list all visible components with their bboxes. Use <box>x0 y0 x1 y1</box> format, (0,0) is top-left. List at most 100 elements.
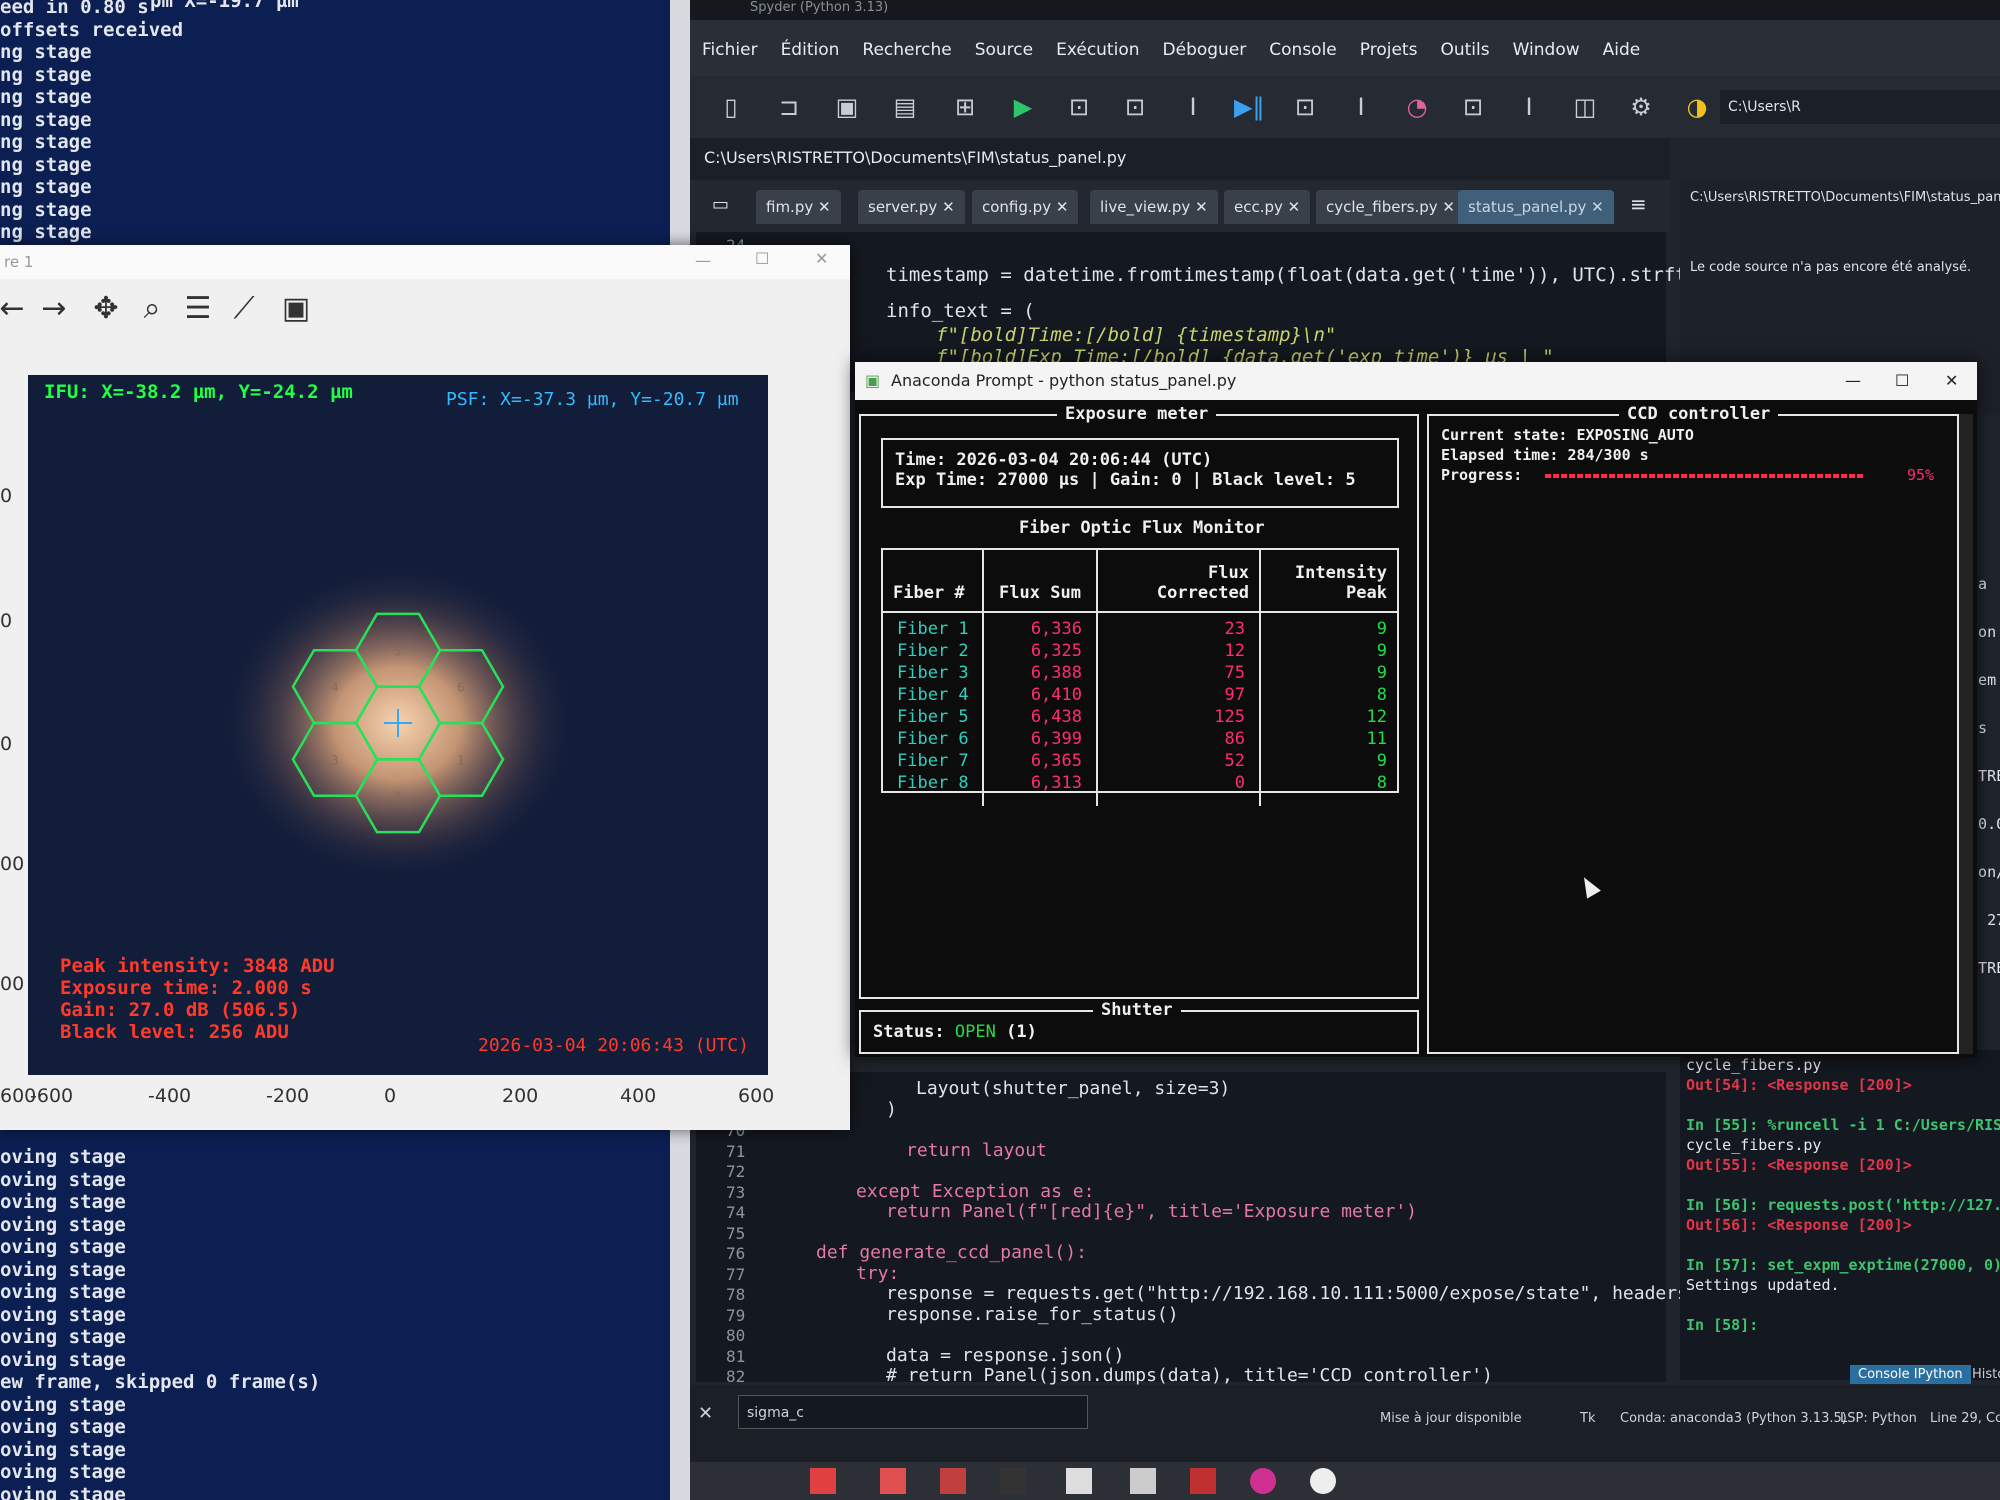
menu-fichier[interactable]: Fichier <box>702 40 758 60</box>
app-icon[interactable] <box>1190 1468 1216 1494</box>
app-icon[interactable] <box>1310 1468 1336 1494</box>
maximize-pane-icon[interactable]: ◫ <box>1570 92 1600 122</box>
terminal-line: oving stage <box>0 1303 126 1326</box>
cell-fiber: Fiber 5 <box>897 707 969 727</box>
run-cell-advance-icon[interactable]: ⊡ <box>1120 92 1150 122</box>
cell-corr: 52 <box>1096 750 1260 772</box>
back-icon[interactable]: ← <box>0 291 30 327</box>
maximize-button[interactable]: ☐ <box>755 249 769 268</box>
menu-projets[interactable]: Projets <box>1360 40 1418 60</box>
run-selection-icon[interactable]: I <box>1178 92 1208 122</box>
cell-peak: 9 <box>1259 662 1397 684</box>
zoom-icon[interactable]: ⌕ <box>134 291 170 327</box>
menu-console[interactable]: Console <box>1269 40 1337 60</box>
app-icon[interactable] <box>810 1468 836 1494</box>
code-line: return Panel(f"[red]{e}", title='Exposur… <box>886 1201 1418 1222</box>
menu-aide[interactable]: Aide <box>1603 40 1641 60</box>
maximize-button[interactable]: ☐ <box>1895 362 1909 400</box>
find-input[interactable]: sigma_c <box>738 1395 1088 1429</box>
app-icon[interactable] <box>940 1468 966 1494</box>
edit-curves-icon[interactable]: ⟋ <box>226 291 262 327</box>
new-cell-icon[interactable]: ⊞ <box>950 92 980 122</box>
table-header-row: Fiber # Flux Sum Flux Corrected Intensity… <box>883 550 1397 612</box>
tab-fim[interactable]: fim.py ✕ <box>756 190 841 224</box>
debug-cell-icon[interactable]: ⊡ <box>1290 92 1320 122</box>
line-number: 78 <box>726 1285 746 1304</box>
debug-icon[interactable]: ▶‖ <box>1234 92 1264 122</box>
menu-bar: Fichier Édition Recherche Source Exécution Dé… <box>690 20 2000 76</box>
tabs-menu-icon[interactable]: ≡ <box>1630 192 1647 216</box>
terminal-line: oving stage <box>0 1258 126 1281</box>
update-available[interactable]: Mise à jour disponible <box>1380 1411 1522 1426</box>
fiber-number: 5 <box>394 644 402 658</box>
run-icon[interactable]: ▶ <box>1008 92 1038 122</box>
python-path-icon[interactable]: ◑ <box>1682 92 1712 122</box>
cell-fiber: Fiber 8 <box>897 773 969 793</box>
cell-fiber: Fiber 7 <box>897 751 969 771</box>
tab-ecc[interactable]: ecc.py ✕ <box>1224 190 1311 224</box>
open-file-icon[interactable]: ⊐ <box>774 92 804 122</box>
cell-fiber: Fiber 4 <box>897 685 969 705</box>
app-icon[interactable] <box>880 1468 906 1494</box>
pan-icon[interactable]: ✥ <box>88 291 124 327</box>
profile-selection-icon[interactable]: I <box>1514 92 1544 122</box>
cell-peak: 11 <box>1259 728 1397 750</box>
y-tick-label: 0 <box>0 610 13 632</box>
ccd-progress-track <box>1545 474 1881 478</box>
cell-sum: 6,336 <box>982 612 1097 640</box>
terminal-app-icon[interactable] <box>1000 1468 1026 1494</box>
console-line: Settings updated. <box>1686 1276 1840 1294</box>
forward-icon[interactable]: → <box>36 291 72 327</box>
tab-live-view[interactable]: live_view.py ✕ <box>1090 190 1218 224</box>
cell-fiber: Fiber 2 <box>897 641 969 661</box>
outline-message: Le code source n'a pas encore été analys… <box>1690 260 1972 275</box>
terminal-scrollbar[interactable] <box>1959 414 1973 1054</box>
menu-execution[interactable]: Exécution <box>1056 40 1139 60</box>
working-directory[interactable]: C:\Users\R <box>1720 90 2000 124</box>
app-icon[interactable] <box>1066 1468 1092 1494</box>
run-cell-icon[interactable]: ⊡ <box>1064 92 1094 122</box>
tab-history[interactable]: Histor <box>1968 1365 2000 1384</box>
menu-recherche[interactable]: Recherche <box>862 40 951 60</box>
profile-cell-icon[interactable]: ⊡ <box>1458 92 1488 122</box>
fiber-number: 4 <box>331 681 339 695</box>
shutter-title: Shutter <box>1093 1000 1181 1020</box>
menu-window[interactable]: Window <box>1513 40 1580 60</box>
new-file-icon[interactable]: ▯ <box>716 92 746 122</box>
exposure-meter-panel: Exposure meter Time: 2026-03-04 20:06:44… <box>859 404 1419 999</box>
col-flux-corrected: Flux Corrected <box>1096 550 1260 612</box>
tab-status-panel[interactable]: status_panel.py ✕ <box>1458 190 1614 224</box>
cell-sum: 6,388 <box>982 662 1097 684</box>
tab-config[interactable]: config.py ✕ <box>972 190 1079 224</box>
save-icon[interactable]: ▣ <box>278 291 314 327</box>
browse-tabs-icon[interactable]: ▭ <box>712 194 736 218</box>
ipython-console[interactable]: cycle_fibers.py Out[54]: <Response [200]>… <box>1680 1050 2000 1380</box>
menu-outils[interactable]: Outils <box>1440 40 1489 60</box>
console-line: cycle_fibers.py <box>1686 1056 1822 1074</box>
terminal-line: oving stage <box>0 1191 126 1213</box>
tab-cycle-fibers[interactable]: cycle_fibers.py ✕ <box>1316 190 1465 224</box>
tab-console-ipython[interactable]: Console IPython <box>1850 1365 1971 1384</box>
camera-image-plot[interactable]: 1 2 3 4 5 6 IFU: X=-38.2 µm, Y=-24.2 µm PSF: … <box>28 375 768 1075</box>
save-all-icon[interactable]: ▤ <box>890 92 920 122</box>
profile-icon[interactable]: ◔ <box>1402 92 1432 122</box>
menu-deboguer[interactable]: Déboguer <box>1163 40 1247 60</box>
menu-source[interactable]: Source <box>975 40 1033 60</box>
tab-server[interactable]: server.py ✕ <box>858 190 965 224</box>
line-number: 71 <box>726 1141 746 1161</box>
close-find-icon[interactable]: ✕ <box>698 1403 713 1424</box>
menu-edition[interactable]: Édition <box>781 40 840 60</box>
minimize-button[interactable]: — <box>1845 362 1861 400</box>
app-icon[interactable] <box>1130 1468 1156 1494</box>
debug-selection-icon[interactable]: I <box>1346 92 1376 122</box>
close-button[interactable]: ✕ <box>815 249 828 268</box>
shutter-state: OPEN <box>954 1022 996 1042</box>
preferences-icon[interactable]: ⚙ <box>1626 92 1656 122</box>
table-row: Fiber 7 6,365 52 9 <box>883 750 1397 772</box>
minimize-button[interactable]: — <box>695 251 711 270</box>
app-icon[interactable] <box>1250 1468 1276 1494</box>
save-icon[interactable]: ▣ <box>832 92 862 122</box>
col-flux-sum: Flux Sum <box>982 550 1097 612</box>
configure-icon[interactable]: ☰ <box>180 291 216 327</box>
close-button[interactable]: ✕ <box>1945 362 1958 400</box>
